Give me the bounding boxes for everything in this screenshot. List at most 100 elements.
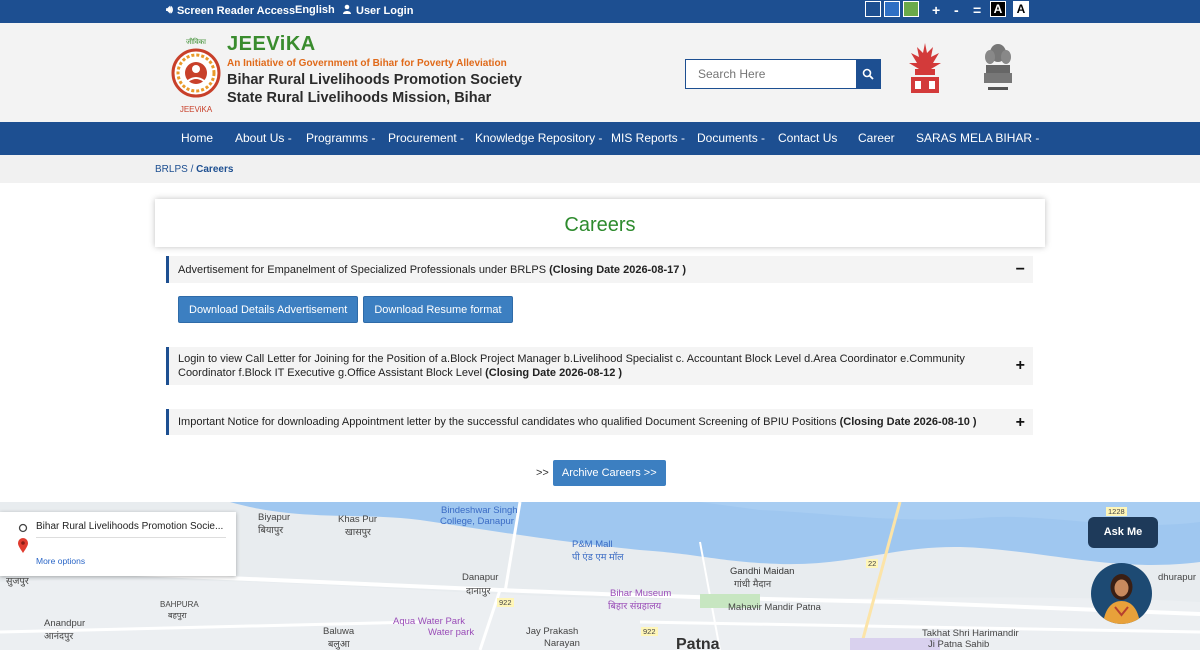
user-login-link[interactable]: User Login bbox=[342, 4, 413, 17]
google-map[interactable]: Bindeshwar Singh College, Danapur Biyapu… bbox=[0, 502, 1200, 650]
breadcrumb-bar: BRLPS / Careers bbox=[0, 155, 1200, 183]
theme-green-swatch[interactable] bbox=[903, 1, 919, 17]
map-label: गांधी मैदान bbox=[734, 579, 772, 590]
road-number: 922 bbox=[497, 598, 514, 607]
font-decrease-button[interactable]: - bbox=[954, 2, 959, 18]
map-info-divider bbox=[36, 537, 226, 538]
nav-contact-us[interactable]: Contact Us bbox=[778, 131, 837, 145]
nav-programms[interactable]: Programms - bbox=[306, 131, 375, 145]
search-button[interactable] bbox=[856, 60, 880, 88]
career-item-2[interactable]: Login to view Call Letter for Joining fo… bbox=[166, 347, 1033, 385]
breadcrumb-root[interactable]: BRLPS bbox=[155, 164, 188, 175]
map-label: BAHPURA bbox=[160, 600, 199, 609]
download-resume-format-button[interactable]: Download Resume format bbox=[363, 296, 513, 323]
jeevika-logo[interactable]: जीविका JEEViKA bbox=[170, 35, 222, 115]
map-label: बियापुर bbox=[258, 525, 284, 536]
breadcrumb: BRLPS / Careers bbox=[155, 164, 233, 175]
ask-me-button[interactable]: Ask Me bbox=[1088, 517, 1158, 548]
career-item-2-text: Login to view Call Letter for Joining fo… bbox=[178, 352, 1003, 380]
archive-careers-button[interactable]: Archive Careers >> bbox=[552, 460, 666, 486]
collapse-icon[interactable]: − bbox=[1016, 261, 1025, 279]
map-label: Patna bbox=[676, 636, 720, 650]
org-line-2: State Rural Livelihoods Mission, Bihar bbox=[227, 90, 492, 106]
map-label: Anandpur bbox=[44, 618, 86, 629]
search-icon bbox=[862, 68, 874, 80]
search-box bbox=[685, 59, 881, 89]
nav-procurement[interactable]: Procurement - bbox=[388, 131, 464, 145]
career-item-1-title: Advertisement for Empanelment of Special… bbox=[178, 264, 547, 276]
map-label: आनंदपुर bbox=[44, 631, 74, 642]
career-item-3-title: Important Notice for downloading Appoint… bbox=[178, 416, 837, 428]
nav-mis-reports[interactable]: MIS Reports - bbox=[611, 131, 685, 145]
site-header: जीविका JEEViKA JEEViKA An Initiative of … bbox=[0, 23, 1200, 122]
nav-career[interactable]: Career bbox=[858, 131, 895, 145]
brand-block: JEEViKA An Initiative of Government of B… bbox=[227, 33, 522, 107]
nav-knowledge-repository[interactable]: Knowledge Repository - bbox=[475, 131, 602, 145]
theme-blue-swatch[interactable] bbox=[865, 1, 881, 17]
archive-careers: >> Archive Careers >> bbox=[536, 460, 666, 486]
bihar-emblem-icon bbox=[905, 39, 945, 97]
career-item-3[interactable]: Important Notice for downloading Appoint… bbox=[166, 409, 1033, 435]
career-item-1-actions: Download Details Advertisement Download … bbox=[178, 296, 513, 323]
map-label: बलुआ bbox=[328, 639, 350, 650]
map-label: Gandhi Maidan bbox=[730, 566, 795, 577]
breadcrumb-separator: / bbox=[187, 164, 197, 175]
road-number: 22 bbox=[866, 559, 879, 568]
archive-prefix: >> bbox=[536, 467, 549, 479]
screen-reader-link[interactable]: 🔊︎ Screen Reader Access bbox=[166, 4, 295, 17]
map-label: Biyapur bbox=[258, 512, 291, 523]
expand-icon[interactable]: + bbox=[1016, 414, 1025, 432]
career-item-3-closing-date: (Closing Date 2026-08-10 ) bbox=[839, 416, 977, 428]
main-nav: Home About Us - Programms - Procurement … bbox=[0, 122, 1200, 155]
national-emblem-icon bbox=[980, 39, 1016, 97]
map-label: College, Danapur bbox=[440, 516, 514, 527]
language-label: English bbox=[295, 4, 335, 16]
nav-home[interactable]: Home bbox=[181, 131, 213, 145]
user-login-label: User Login bbox=[356, 4, 414, 17]
map-label: P&M Mall bbox=[572, 539, 613, 550]
logo-caption: JEEViKA bbox=[180, 105, 213, 114]
page-title-box: Careers bbox=[155, 199, 1045, 247]
font-increase-button[interactable]: + bbox=[932, 2, 940, 18]
map-pin-icon bbox=[18, 538, 28, 553]
career-item-2-closing-date: (Closing Date 2026-08-12 ) bbox=[485, 367, 623, 379]
map-label: Mahavir Mandir Patna bbox=[728, 602, 821, 613]
accessibility-bar: 🔊︎ Screen Reader Access English User Log… bbox=[0, 0, 1200, 23]
map-label: Bindeshwar Singh bbox=[441, 505, 518, 516]
font-reset-button[interactable]: = bbox=[973, 2, 981, 18]
brand-tagline: An Initiative of Government of Bihar for… bbox=[227, 58, 507, 69]
page-title: Careers bbox=[564, 214, 636, 236]
svg-text:जीविका: जीविका bbox=[186, 37, 206, 46]
map-label: dhurapur bbox=[1158, 572, 1197, 583]
map-label: Jay Prakash bbox=[526, 626, 579, 637]
map-label: Khas Pur bbox=[338, 514, 378, 525]
map-label: Water park bbox=[428, 627, 475, 638]
career-item-1-closing-date: (Closing Date 2026-08-17 ) bbox=[549, 264, 687, 276]
theme-lightblue-swatch[interactable] bbox=[884, 1, 900, 17]
expand-icon[interactable]: + bbox=[1016, 357, 1025, 375]
assistant-avatar-icon bbox=[1091, 563, 1152, 624]
map-label: Narayan bbox=[544, 638, 580, 649]
search-input[interactable] bbox=[686, 60, 856, 88]
map-info-title: Bihar Rural Livelihoods Promotion Socie.… bbox=[36, 521, 224, 532]
nav-documents[interactable]: Documents - bbox=[697, 131, 765, 145]
map-label: Aqua Water Park bbox=[393, 616, 465, 627]
map-label: Baluwa bbox=[323, 626, 355, 637]
map-label: दानापुर bbox=[466, 586, 491, 597]
map-more-options-link[interactable]: More options bbox=[36, 556, 85, 566]
map-label: Takhat Shri Harimandir bbox=[922, 628, 1019, 639]
user-icon bbox=[342, 4, 352, 17]
breadcrumb-current: Careers bbox=[196, 164, 234, 175]
chatbot-avatar[interactable] bbox=[1091, 563, 1152, 624]
contrast-dark-button[interactable]: A bbox=[990, 1, 1006, 17]
career-item-1[interactable]: Advertisement for Empanelment of Special… bbox=[166, 256, 1033, 283]
contrast-light-button[interactable]: A bbox=[1013, 1, 1029, 17]
download-advertisement-button[interactable]: Download Details Advertisement bbox=[178, 296, 359, 323]
speaker-icon: 🔊︎ bbox=[166, 4, 173, 16]
nav-about-us[interactable]: About Us - bbox=[235, 131, 292, 145]
map-label: Ji Patna Sahib bbox=[928, 639, 990, 650]
nav-saras-mela-bihar[interactable]: SARAS MELA BIHAR - bbox=[916, 131, 1039, 145]
map-label: Danapur bbox=[462, 572, 499, 583]
road-number: 922 bbox=[641, 627, 658, 636]
language-link[interactable]: English bbox=[295, 4, 335, 16]
